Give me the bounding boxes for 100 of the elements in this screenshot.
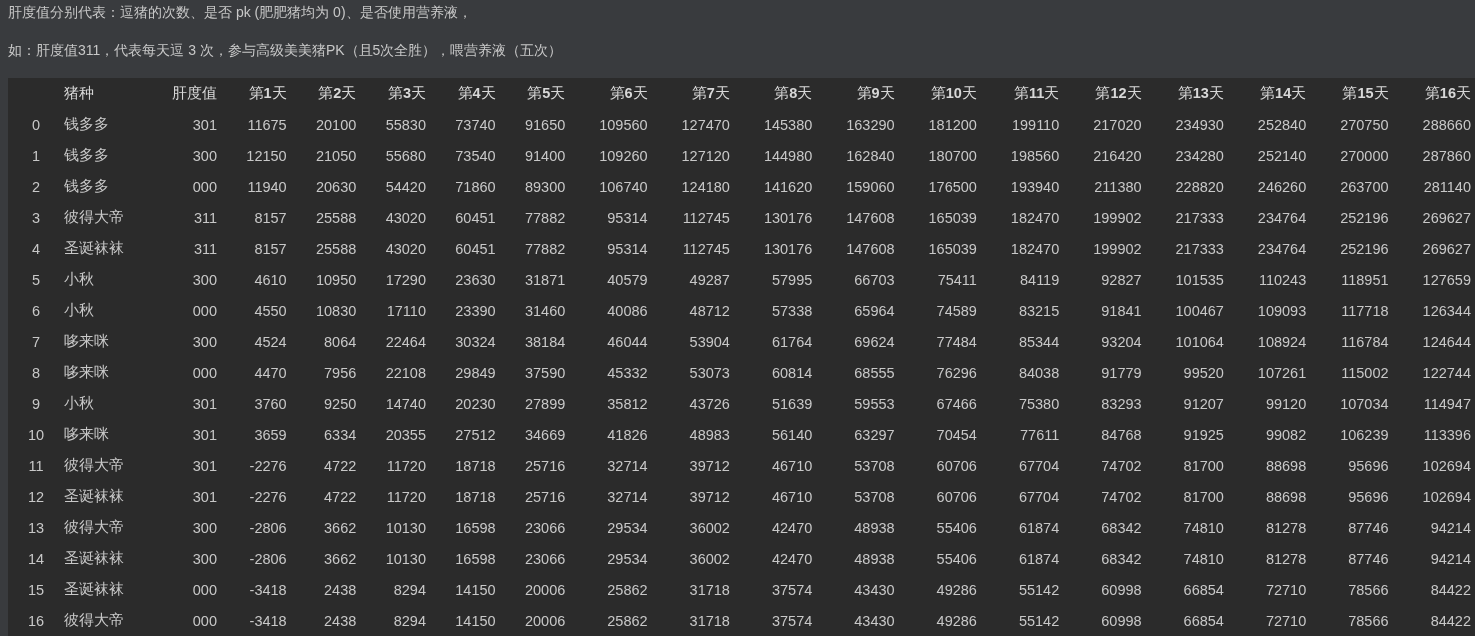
- table-cell-text: 42470: [770, 518, 814, 538]
- table-cell-text: 211380: [1093, 177, 1143, 197]
- table-cell-text: 43020: [384, 239, 427, 259]
- table-cell-text: 48938: [853, 549, 896, 569]
- table-cell-text: 14150: [454, 611, 497, 631]
- table-cell-text: 74702: [1100, 456, 1143, 476]
- table-cell-text: 78566: [1347, 580, 1390, 600]
- table-cell-text: 88698: [1264, 487, 1308, 507]
- table-cell-text: 301: [191, 487, 218, 507]
- table-cell-text: 117718: [1340, 301, 1390, 321]
- table-cell-text: 165039: [927, 208, 978, 228]
- table-cell-text: 300: [191, 270, 218, 290]
- table-cell-text: 23390: [454, 301, 497, 321]
- table-cell-text: 7956: [323, 363, 358, 383]
- table-cell-text: 199902: [1092, 208, 1143, 228]
- column-header: 第11天: [1012, 84, 1061, 103]
- table-cell-text: 3662: [323, 518, 358, 538]
- note-text: 如：肝度值311，代表每天逗 3 次，参与高级美美猪PK（且5次全胜），喂营养液（五次）: [8, 41, 564, 60]
- table-cell-text: 23066: [523, 549, 567, 569]
- table-cell-text: 31871: [523, 270, 567, 290]
- table-cell-text: 91925: [1182, 425, 1225, 445]
- table-cell-text: 106740: [598, 177, 649, 197]
- table-cell-text: 32714: [606, 456, 649, 476]
- table-cell-text: 45332: [606, 363, 649, 383]
- table-cell-text: 91400: [523, 146, 567, 166]
- table-cell-text: 53073: [688, 363, 731, 383]
- table-cell-text: 234764: [1256, 239, 1308, 259]
- table-cell-text: 小秋: [64, 270, 95, 289]
- table-cell-text: 4722: [323, 456, 358, 476]
- row-index: 0: [8, 109, 64, 140]
- table-cell-text: 20630: [315, 177, 358, 197]
- table-cell-text: 56140: [770, 425, 814, 445]
- table-cell-text: 198560: [1009, 146, 1061, 166]
- table-cell-text: 101535: [1174, 270, 1225, 290]
- table-cell-text: 246260: [1256, 177, 1308, 197]
- table-cell-text: 77611: [1019, 425, 1061, 445]
- table-cell-text: 107034: [1339, 394, 1390, 414]
- table-cell-text: 122744: [1421, 363, 1472, 383]
- table-cell-text: 20230: [454, 394, 497, 414]
- column-header: 第9天: [855, 84, 896, 103]
- column-header: 第12天: [1094, 84, 1143, 103]
- table-cell-text: 112745: [681, 208, 731, 228]
- table-cell-text: 4722: [323, 487, 358, 507]
- table-cell-text: 彼得大帝: [64, 208, 125, 227]
- table-cell-text: 55142: [1017, 611, 1061, 631]
- table-cell-text: 25716: [523, 456, 567, 476]
- table-cell-text: 4524: [253, 332, 288, 352]
- row-index: 6: [8, 295, 64, 326]
- table-cell-text: 53708: [853, 456, 896, 476]
- table-cell-text: 18718: [454, 487, 497, 507]
- table-cell-text: 141620: [762, 177, 814, 197]
- table-cell-text: 81278: [1264, 549, 1308, 569]
- row-index: 16: [8, 605, 64, 636]
- table-cell-text: 36002: [688, 549, 731, 569]
- table-cell-text: 3662: [323, 549, 358, 569]
- table-cell-text: 126344: [1421, 301, 1472, 321]
- table-cell-text: 4470: [253, 363, 288, 383]
- table-cell-text: 72710: [1264, 611, 1308, 631]
- column-header: 肝度值: [171, 84, 218, 103]
- table-cell-text: 60998: [1100, 580, 1143, 600]
- table-cell-text: 20006: [523, 611, 567, 631]
- table-cell-text: 182470: [1009, 239, 1061, 259]
- table-cell-text: -3418: [248, 611, 288, 631]
- table-cell-text: 85344: [1017, 332, 1061, 352]
- table-cell-text: 95696: [1347, 487, 1390, 507]
- table-cell-text: 65964: [853, 301, 896, 321]
- table-cell-text: 20100: [315, 115, 358, 135]
- table-cell-text: 74810: [1182, 518, 1225, 538]
- table-cell-text: 94214: [1429, 549, 1472, 569]
- table-cell-text: 110243: [1257, 270, 1308, 290]
- table-cell-text: 288660: [1421, 115, 1472, 135]
- table-cell-text: 67704: [1017, 487, 1061, 507]
- table-cell-text: 87746: [1347, 549, 1390, 569]
- table-cell-text: 49286: [935, 611, 978, 631]
- table-cell-text: 哆来咪: [64, 425, 110, 444]
- table-cell-text: 31460: [523, 301, 567, 321]
- table-cell-text: 41826: [606, 425, 649, 445]
- table-cell-text: 66854: [1182, 611, 1225, 631]
- table-cell-text: 17110: [385, 301, 427, 321]
- table-cell-text: 54420: [384, 177, 427, 197]
- table-cell-text: 8157: [253, 208, 288, 228]
- table-cell-text: 124644: [1421, 332, 1472, 352]
- table-cell-text: 小秋: [64, 301, 95, 320]
- table-cell-text: 23630: [454, 270, 497, 290]
- table-cell-text: 60706: [935, 456, 978, 476]
- table-cell-text: 144980: [762, 146, 814, 166]
- table-cell-text: 4610: [253, 270, 288, 290]
- table-cell-text: 199902: [1092, 239, 1143, 259]
- table-cell-text: 10830: [315, 301, 358, 321]
- table-cell-text: 73540: [454, 146, 497, 166]
- table-cell-text: 100467: [1174, 301, 1225, 321]
- table-cell-text: 217020: [1092, 115, 1143, 135]
- table-cell-text: 216420: [1092, 146, 1143, 166]
- table-cell-text: 112745: [681, 239, 731, 259]
- table-cell-text: 43430: [853, 580, 896, 600]
- table-cell-text: 32714: [606, 487, 649, 507]
- table-cell-text: 217333: [1174, 208, 1225, 228]
- table-cell-text: 43020: [384, 208, 427, 228]
- table-cell-text: 84768: [1100, 425, 1143, 445]
- table-cell-text: 35812: [606, 394, 649, 414]
